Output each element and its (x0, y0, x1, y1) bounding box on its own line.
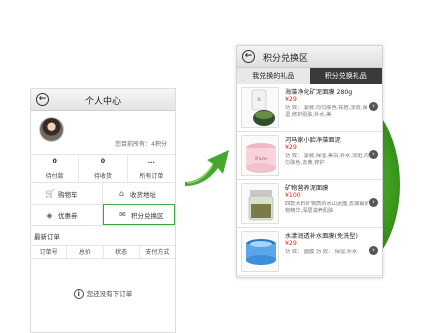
product-item[interactable]: 矿物营养泥面膜 ¥100 四款大料矿物质的水山泥面,去掉最矿物精华,深层滋养肌肤… (237, 180, 382, 228)
account-menu: 🛒 购物车 ⌂ 收货地址 ◈ 优惠券 ✉ 积分兑换区 (31, 183, 175, 226)
column-header: 订单号 (31, 246, 68, 258)
product-desc: 功 效： 面膜 功 效： 保湿,补水 (285, 249, 358, 255)
coupon-icon: ◈ (46, 210, 53, 220)
product-image: Pure (241, 135, 279, 176)
product-desc: 功 效： 紧致,均匀肤色,祛痘,淡斑,保湿,修护肌肤,补水,美 (285, 105, 368, 118)
stat-number: ... (147, 158, 155, 165)
stat-label: 待付款 (45, 173, 64, 180)
column-header: 状态 (104, 246, 140, 258)
page-title: 个人中心 (84, 97, 121, 107)
column-header: 总价 (67, 246, 104, 258)
product-price: ¥29 (285, 144, 297, 151)
svg-text:R: R (257, 97, 261, 103)
product-desc: 四款大料矿物质的水山泥面,去掉最矿物精华,深层滋养肌肤 (285, 201, 370, 214)
product-item[interactable]: Pure 河马家小脸净藻面泥 ¥29 功 效： 紧致,保湿,美白,补水,淡斑,均… (237, 132, 382, 180)
product-price: ¥100 (285, 192, 301, 199)
back-button[interactable]: ← (242, 50, 255, 63)
stat-number: 0 (52, 158, 57, 165)
product-desc: 功 效： 紧致,保湿,美白,补水,淡斑,均匀肤色,去黄,修护 (285, 153, 370, 166)
menu-label: 优惠券 (58, 212, 78, 220)
menu-coupon[interactable]: ◈ 优惠券 (31, 204, 103, 225)
product-name: 海藻净化矿泥面膜 280g (285, 89, 353, 96)
stat-number: 0 (100, 158, 106, 165)
menu-label: 购物车 (58, 190, 78, 199)
points-text: 您目前所有：4积分 (115, 141, 167, 148)
menu-label: 收货地址 (130, 190, 156, 199)
product-item[interactable]: R 海藻净化矿泥面膜 280g ¥29 功 效： 紧致,均匀肤色,祛痘,淡斑,保… (237, 84, 382, 132)
right-header: ← 积分兑换区 (237, 46, 382, 68)
product-image (241, 231, 279, 272)
product-name: 矿物营养泥面膜 (285, 185, 329, 192)
product-item[interactable]: 水漾润透补水面膜(免洗型) ¥29 功 效： 面膜 功 效： 保湿,补水 › (237, 228, 382, 276)
left-header: ← 个人中心 (31, 89, 175, 111)
points-exchange-screen: ← 积分兑换区 我兑换的礼品 积分兑换礼品 R 海藻净化矿泥面膜 280g ¥2… (236, 45, 383, 278)
info-icon: i (73, 289, 84, 299)
green-arrow-icon (185, 150, 229, 186)
tab-my-gifts[interactable]: 我兑换的礼品 (237, 68, 310, 84)
chevron-right-icon[interactable]: › (369, 198, 378, 207)
chevron-right-icon[interactable]: › (369, 246, 378, 255)
product-name: 河马家小脸净藻面泥 (285, 137, 341, 144)
exchange-icon: ✉ (119, 210, 126, 219)
product-price: ¥29 (285, 240, 297, 247)
product-name: 水漾润透补水面膜(免洗型) (285, 233, 358, 240)
address-icon: ⌂ (118, 189, 125, 198)
page-title: 积分兑换区 (263, 54, 309, 64)
svg-text:Pure: Pure (255, 156, 267, 162)
cart-icon: 🛒 (45, 189, 55, 198)
menu-address[interactable]: ⌂ 收货地址 (103, 183, 175, 204)
avatar[interactable] (39, 117, 64, 142)
chevron-right-icon[interactable]: › (369, 150, 378, 159)
stat-pending-receipt[interactable]: 0 待收货 (79, 155, 128, 182)
chevron-right-icon[interactable]: › (369, 102, 378, 111)
column-header: 支付方式 (145, 249, 170, 256)
order-stats: 0 待付款 0 待收货 ... 所有订单 (31, 155, 175, 183)
stat-pending-payment[interactable]: 0 待付款 (31, 155, 80, 182)
menu-label: 积分兑换区 (131, 211, 164, 220)
tab-exchange-gifts[interactable]: 积分兑换礼品 (309, 68, 382, 84)
exchange-tabs: 我兑换的礼品 积分兑换礼品 (237, 68, 382, 84)
menu-cart[interactable]: 🛒 购物车 (31, 183, 103, 204)
stat-label: 所有订单 (139, 173, 164, 180)
personal-center-screen: ← 个人中心 您目前所有：4积分 0 待付款 0 待收货 ... 所有订单 🛒 … (30, 88, 176, 333)
stat-label: 待收货 (93, 173, 112, 180)
product-price: ¥29 (285, 96, 297, 103)
empty-text: 您还没有下订单 (86, 290, 133, 298)
recent-orders-title: 最新订单 (34, 233, 60, 241)
menu-points-exchange[interactable]: ✉ 积分兑换区 (103, 204, 175, 225)
empty-orders-message: i 您还没有下订单 (31, 288, 175, 299)
product-image: R (241, 87, 279, 128)
stat-all-orders[interactable]: ... 所有订单 (128, 155, 175, 182)
product-image (241, 183, 279, 224)
profile-section: 您目前所有：4积分 (31, 111, 175, 155)
orders-table-header: 订单号 总价 状态 支付方式 (31, 245, 175, 259)
